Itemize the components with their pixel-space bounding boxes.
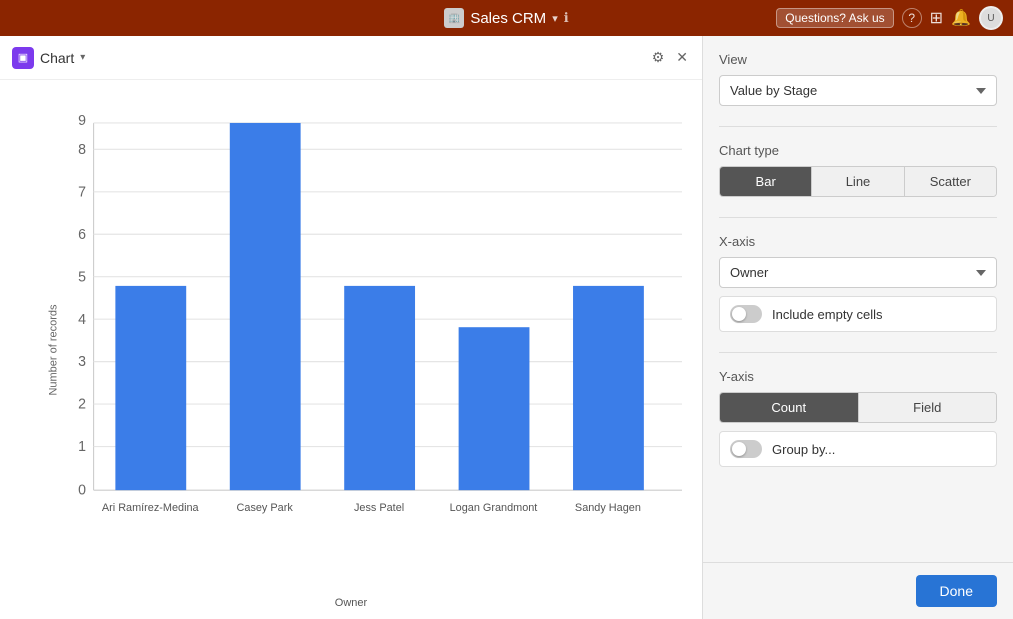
main-content: ▣ Chart ▾ ⚙ ✕ Number of records 0 1 2 3 … (0, 36, 1013, 619)
bell-icon[interactable]: 🔔 (951, 8, 971, 28)
app-title: Sales CRM (470, 10, 546, 27)
y-axis-label: Number of records (48, 304, 60, 395)
avatar-initials: U (987, 13, 994, 24)
chart-header: ▣ Chart ▾ ⚙ ✕ (0, 36, 702, 80)
svg-text:4: 4 (78, 311, 86, 327)
settings-footer: Done (703, 562, 1013, 619)
topbar-right-area: Questions? Ask us ? ⊞ 🔔 U (776, 6, 1003, 30)
svg-text:Logan Grandmont: Logan Grandmont (450, 502, 539, 514)
svg-text:Jess Patel: Jess Patel (354, 502, 404, 514)
svg-text:1: 1 (78, 439, 86, 455)
view-section: View Value by Stage Pipeline Leads (719, 52, 997, 106)
svg-text:3: 3 (78, 354, 86, 370)
chart-type-section: Chart type Bar Line Scatter (719, 143, 997, 197)
done-button[interactable]: Done (916, 575, 997, 607)
chart-type-line[interactable]: Line (812, 167, 904, 196)
chart-type-label: Chart type (719, 143, 997, 158)
toggle-knob (732, 307, 746, 321)
chart-type-group: Bar Line Scatter (719, 166, 997, 197)
chart-panel: ▣ Chart ▾ ⚙ ✕ Number of records 0 1 2 3 … (0, 36, 703, 619)
svg-text:6: 6 (78, 227, 86, 243)
chart-panel-icon: ▣ (12, 47, 34, 69)
avatar[interactable]: U (979, 6, 1003, 30)
svg-text:Sandy Hagen: Sandy Hagen (575, 502, 641, 514)
settings-panel: View Value by Stage Pipeline Leads Chart… (703, 36, 1013, 619)
include-empty-label: Include empty cells (772, 307, 883, 322)
group-by-label: Group by... (772, 442, 835, 457)
xaxis-select[interactable]: Owner Stage Priority (719, 257, 997, 288)
chart-title-dropdown[interactable]: ▾ (80, 52, 85, 63)
gear-icon[interactable]: ⚙ (650, 47, 667, 68)
svg-text:Casey Park: Casey Park (237, 502, 294, 514)
svg-text:0: 0 (78, 482, 86, 498)
yaxis-field-btn[interactable]: Field (859, 393, 997, 422)
bar-chart-svg: 0 1 2 3 4 5 6 7 8 9 (50, 100, 682, 559)
bar-ari[interactable] (115, 286, 186, 490)
divider-3 (719, 352, 997, 353)
yaxis-count-btn[interactable]: Count (720, 393, 859, 422)
chart-type-bar[interactable]: Bar (720, 167, 812, 196)
xaxis-label: X-axis (719, 234, 997, 249)
settings-inner: View Value by Stage Pipeline Leads Chart… (703, 36, 1013, 562)
chart-title: Chart (40, 50, 74, 66)
chart-icon-char: ▣ (18, 51, 28, 64)
svg-text:Ari Ramírez-Medina: Ari Ramírez-Medina (102, 502, 199, 514)
svg-text:8: 8 (78, 142, 86, 158)
x-axis-label: Owner (335, 597, 367, 609)
topbar: 🏢 Sales CRM ▾ ℹ Questions? Ask us ? ⊞ 🔔 … (0, 0, 1013, 36)
svg-text:2: 2 (78, 396, 86, 412)
info-icon[interactable]: ℹ (564, 10, 569, 26)
group-by-toggle[interactable] (730, 440, 762, 458)
apps-icon[interactable]: ⊞ (930, 8, 943, 28)
xaxis-section: X-axis Owner Stage Priority Include empt… (719, 234, 997, 332)
group-by-toggle-row: Group by... (719, 431, 997, 467)
bar-casey[interactable] (230, 123, 301, 490)
yaxis-group: Count Field (719, 392, 997, 423)
yaxis-section: Y-axis Count Field Group by... (719, 369, 997, 467)
divider-1 (719, 126, 997, 127)
svg-text:7: 7 (78, 184, 86, 200)
divider-2 (719, 217, 997, 218)
help-icon[interactable]: ? (902, 8, 922, 28)
questions-button[interactable]: Questions? Ask us (776, 8, 893, 28)
app-icon: 🏢 (444, 8, 464, 28)
bar-logan[interactable] (459, 327, 530, 490)
topbar-title-group: 🏢 Sales CRM ▾ ℹ (444, 8, 568, 28)
chart-header-actions: ⚙ ✕ (650, 47, 690, 68)
include-empty-toggle[interactable] (730, 305, 762, 323)
view-select[interactable]: Value by Stage Pipeline Leads (719, 75, 997, 106)
bar-jess[interactable] (344, 286, 415, 490)
view-label: View (719, 52, 997, 67)
svg-text:9: 9 (78, 113, 86, 129)
chart-area: Number of records 0 1 2 3 4 5 6 7 8 9 (0, 80, 702, 619)
close-icon[interactable]: ✕ (674, 47, 690, 68)
app-dropdown-arrow[interactable]: ▾ (552, 12, 558, 25)
group-by-toggle-knob (732, 442, 746, 456)
yaxis-label: Y-axis (719, 369, 997, 384)
svg-text:5: 5 (78, 269, 86, 285)
bar-sandy[interactable] (573, 286, 644, 490)
include-empty-toggle-row: Include empty cells (719, 296, 997, 332)
chart-type-scatter[interactable]: Scatter (905, 167, 996, 196)
